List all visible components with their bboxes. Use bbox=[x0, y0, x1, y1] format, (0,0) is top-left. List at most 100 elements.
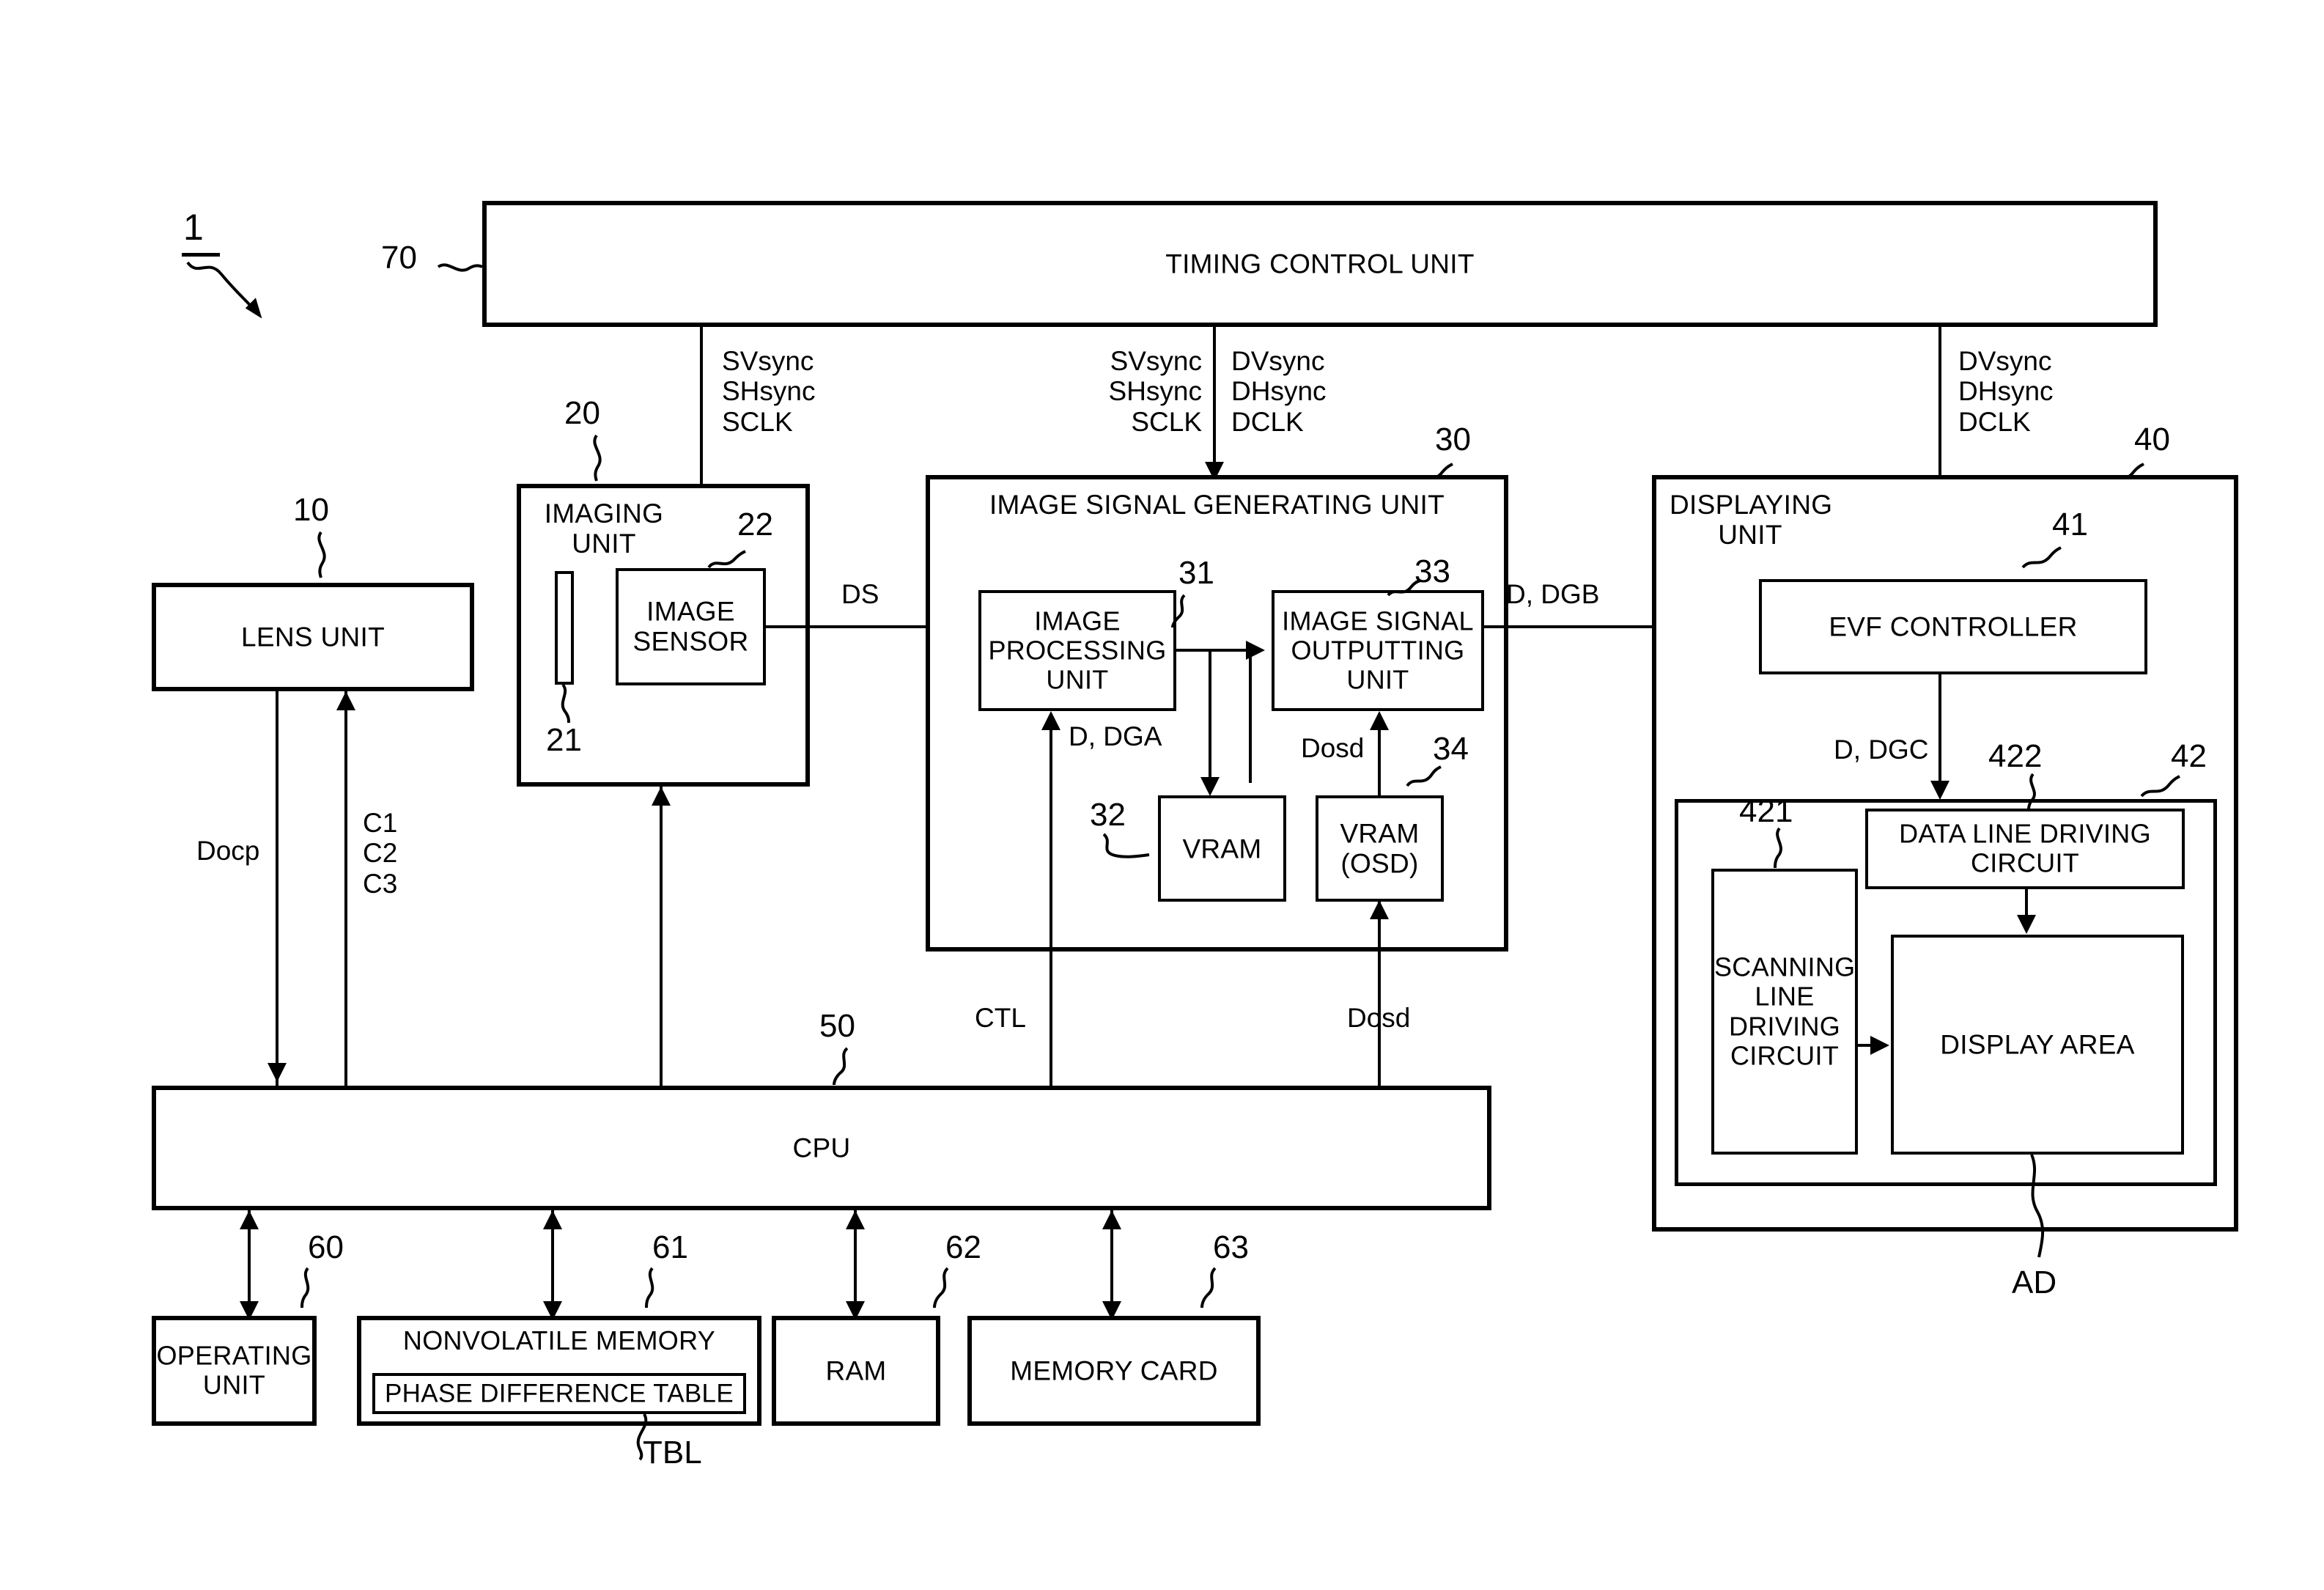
ref-41-leader bbox=[2021, 546, 2062, 569]
nonvolatile-memory-label: NONVOLATILE MEMORY bbox=[402, 1325, 716, 1355]
ref-22-leader bbox=[707, 550, 746, 569]
lens-unit-box: LENS UNIT bbox=[152, 583, 474, 691]
imaging-unit-label: IMAGING UNIT bbox=[544, 498, 664, 559]
vram-osd-box: VRAM (OSD) bbox=[1316, 795, 1444, 902]
ctl-bus-line bbox=[1050, 952, 1052, 1086]
ref-42-leader bbox=[2140, 775, 2180, 798]
dosd-bus-arrowhead bbox=[1370, 900, 1389, 919]
ref-ad-leader bbox=[2030, 1154, 2045, 1258]
vram-box: VRAM bbox=[1158, 795, 1286, 902]
image-sensor-box: IMAGE SENSOR bbox=[616, 568, 766, 685]
ref-21-leader bbox=[561, 683, 570, 724]
ref-20: 20 bbox=[564, 395, 600, 431]
ref-tbl: TBL bbox=[643, 1435, 702, 1471]
vram-osd-label: VRAM (OSD) bbox=[1340, 818, 1420, 879]
scanning-line-driving-circuit-box: SCANNING LINE DRIVING CIRCUIT bbox=[1711, 869, 1858, 1155]
ref-62-leader bbox=[933, 1267, 949, 1309]
dldc-to-display-area-line bbox=[2025, 889, 2028, 919]
operating-unit-label: OPERATING UNIT bbox=[156, 1340, 312, 1400]
vram-to-isou-line bbox=[1249, 649, 1252, 783]
ctl-to-imaging-arrowhead bbox=[652, 787, 671, 806]
docp-label: Docp bbox=[196, 836, 260, 866]
ref-21: 21 bbox=[546, 722, 582, 758]
d-dgc-label: D, DGC bbox=[1834, 735, 1929, 765]
ram-label: RAM bbox=[825, 1355, 887, 1386]
scanning-line-driving-circuit-label: SCANNING LINE DRIVING CIRCUIT bbox=[1714, 952, 1856, 1071]
ref-63-leader bbox=[1200, 1267, 1217, 1309]
cpu-nvm-arrow-up bbox=[543, 1210, 562, 1229]
ref-61: 61 bbox=[652, 1229, 688, 1265]
ref-1-lead-arrow bbox=[186, 261, 262, 319]
image-signal-generating-unit-label: IMAGE SIGNAL GENERATING UNIT bbox=[989, 490, 1445, 520]
evf-controller-label: EVF CONTROLLER bbox=[1829, 611, 2078, 642]
evf-controller-box: EVF CONTROLLER bbox=[1759, 579, 2147, 674]
ref-10-leader bbox=[317, 531, 326, 578]
ref-41: 41 bbox=[2052, 507, 2088, 542]
c123-arrowhead-up bbox=[336, 691, 355, 710]
dosd-bus-line bbox=[1378, 902, 1381, 1086]
ref-422-leader bbox=[2027, 773, 2036, 810]
image-signal-outputting-unit-box: IMAGE SIGNAL OUTPUTTING UNIT bbox=[1272, 590, 1484, 711]
image-signal-outputting-unit-label: IMAGE SIGNAL OUTPUTTING UNIT bbox=[1282, 606, 1474, 695]
ref-22: 22 bbox=[737, 507, 773, 542]
ref-63: 63 bbox=[1213, 1229, 1249, 1265]
ctl-label: CTL bbox=[975, 1003, 1026, 1033]
data-line-driving-circuit-box: DATA LINE DRIVING CIRCUIT bbox=[1865, 809, 2185, 889]
ref-32-leader bbox=[1102, 833, 1150, 858]
ipu-to-isou-line bbox=[1176, 649, 1250, 652]
ref-33-leader bbox=[1387, 579, 1421, 597]
docp-arrowhead-down bbox=[268, 1063, 287, 1082]
dosd-inner-arrowhead bbox=[1370, 711, 1389, 730]
cpu-operating-unit-arrow-up bbox=[240, 1210, 259, 1229]
ref-30: 30 bbox=[1435, 422, 1471, 457]
shutter-element bbox=[555, 571, 574, 685]
ref-70: 70 bbox=[381, 240, 417, 276]
dldc-to-display-area-arrowhead bbox=[2017, 915, 2036, 934]
ref-20-leader bbox=[593, 434, 602, 482]
image-processing-unit-label: IMAGE PROCESSING UNIT bbox=[988, 606, 1167, 695]
ref-50-leader bbox=[833, 1047, 849, 1086]
operating-unit-box: OPERATING UNIT bbox=[152, 1316, 317, 1426]
ipu-to-vram-arrowhead bbox=[1200, 777, 1220, 796]
ref-50: 50 bbox=[819, 1008, 855, 1044]
phase-difference-table-label: PHASE DIFFERENCE TABLE bbox=[385, 1379, 734, 1408]
image-processing-unit-box: IMAGE PROCESSING UNIT bbox=[978, 590, 1176, 711]
ref-40: 40 bbox=[2134, 422, 2170, 457]
cpu-label: CPU bbox=[792, 1133, 851, 1163]
ram-box: RAM bbox=[772, 1316, 940, 1426]
cpu-memory-card-arrow-up bbox=[1102, 1210, 1121, 1229]
cpu-ram-arrow-up bbox=[846, 1210, 865, 1229]
c123-labels: C1 C2 C3 bbox=[363, 808, 398, 899]
dosd-bus-label: Dosd bbox=[1347, 1003, 1411, 1033]
evf-display-timing-signals: DVsync DHsync DCLK bbox=[1958, 346, 2054, 437]
display-area-label: DISPLAY AREA bbox=[1940, 1029, 2135, 1060]
ref-ad: AD bbox=[2012, 1265, 2057, 1300]
vram-label: VRAM bbox=[1182, 833, 1262, 864]
d-dgc-line bbox=[1938, 674, 1941, 790]
dosd-inner-label: Dosd bbox=[1301, 733, 1365, 763]
docp-line bbox=[276, 691, 278, 1086]
assembly-ref-1: 1 bbox=[183, 207, 204, 248]
ref-60: 60 bbox=[308, 1229, 344, 1265]
ref-10: 10 bbox=[293, 492, 329, 528]
cpu-box: CPU bbox=[152, 1086, 1491, 1210]
ref-32: 32 bbox=[1090, 797, 1126, 833]
ref-34: 34 bbox=[1433, 731, 1469, 767]
d-dga-arrowhead bbox=[1041, 711, 1060, 730]
memory-card-box: MEMORY CARD bbox=[967, 1316, 1261, 1426]
isgu-display-timing-signals: DVsync DHsync DCLK bbox=[1231, 346, 1327, 437]
d-dgc-arrowhead bbox=[1930, 781, 1949, 800]
image-sensor-label: IMAGE SENSOR bbox=[632, 596, 749, 657]
display-area-box: DISPLAY AREA bbox=[1891, 935, 2184, 1155]
ref-421-leader bbox=[1774, 827, 1782, 869]
timing-to-isgu-line bbox=[1213, 327, 1216, 474]
timing-control-unit-box: TIMING CONTROL UNIT bbox=[482, 201, 2158, 327]
isgu-sensor-timing-signals: SVsync SHsync SCLK bbox=[1108, 346, 1202, 437]
c123-line bbox=[344, 691, 347, 1086]
ref-61-leader bbox=[645, 1267, 654, 1309]
data-line-driving-circuit-label: DATA LINE DRIVING CIRCUIT bbox=[1899, 818, 2151, 878]
lens-unit-label: LENS UNIT bbox=[241, 622, 385, 652]
d-dga-label: D, DGA bbox=[1069, 721, 1162, 751]
d-dgb-label: D, DGB bbox=[1506, 579, 1600, 609]
ref-34-leader bbox=[1406, 765, 1442, 787]
